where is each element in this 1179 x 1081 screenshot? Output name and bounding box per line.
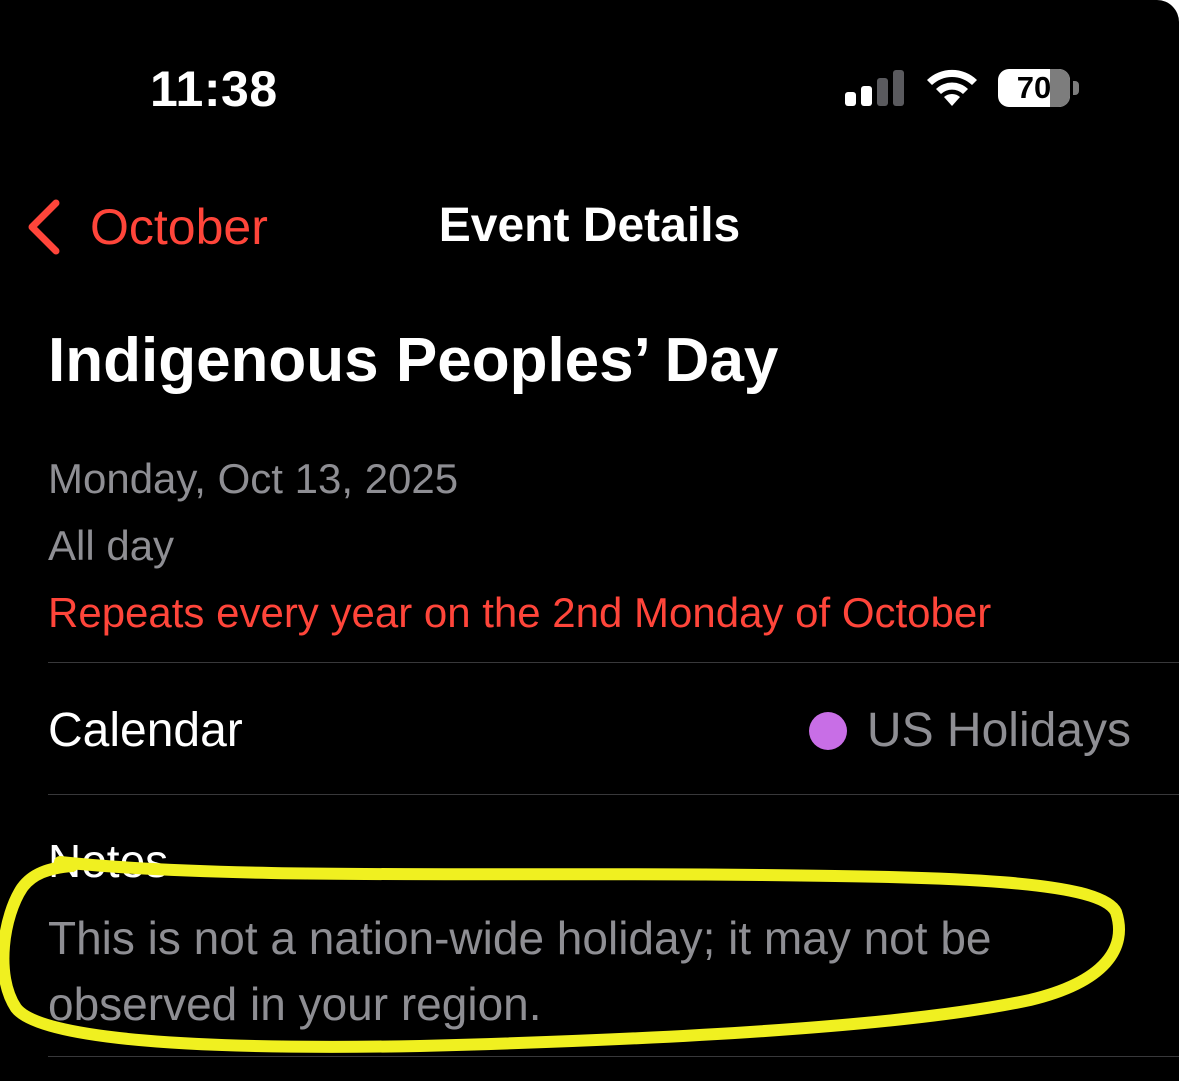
divider (48, 794, 1179, 795)
wifi-icon (927, 69, 977, 106)
calendar-row[interactable]: Calendar US Holidays (48, 663, 1131, 794)
status-time: 11:38 (150, 61, 278, 117)
event-date: Monday, Oct 13, 2025 (48, 455, 459, 502)
notes-text: This is not a nation-wide holiday; it ma… (48, 912, 992, 1030)
cellular-signal-icon (845, 70, 907, 106)
event-title: Indigenous Peoples’ Day (48, 326, 779, 395)
event-details-screen: 11:38 70 October Event Details Indigenou… (0, 0, 1179, 1081)
battery-icon: 70 (998, 69, 1070, 107)
event-time: All day (48, 522, 175, 569)
calendar-color-dot (808, 711, 847, 750)
calendar-value: US Holidays (808, 703, 1131, 758)
battery-level: 70 (1016, 70, 1052, 105)
calendar-name: US Holidays (866, 704, 1131, 757)
divider (48, 1056, 1179, 1057)
nav-title: Event Details (438, 199, 741, 252)
notes-label: Notes (48, 835, 169, 887)
calendar-label: Calendar (48, 704, 243, 757)
battery-cap (1073, 81, 1079, 95)
event-repeat-rule[interactable]: Repeats every year on the 2nd Monday of … (48, 589, 991, 637)
